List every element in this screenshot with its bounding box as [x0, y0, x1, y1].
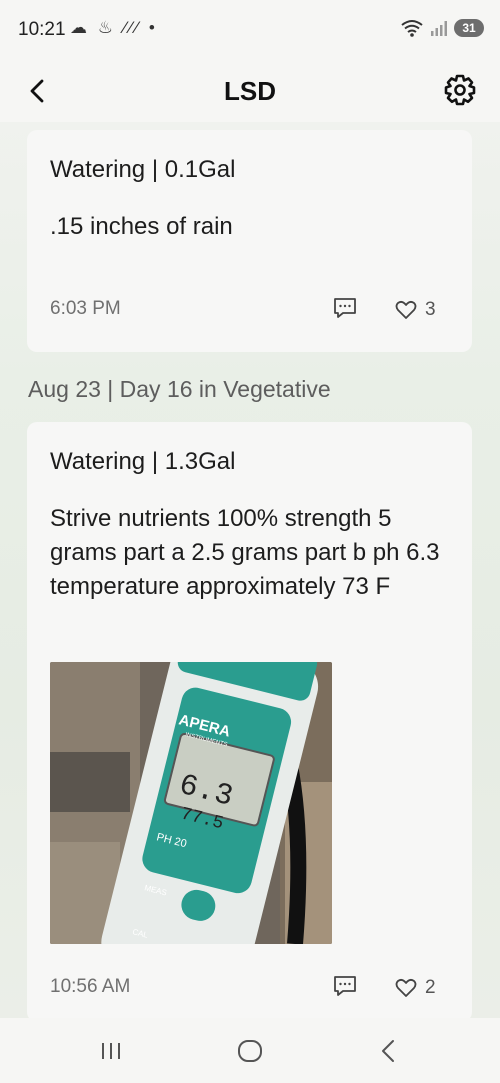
like-button[interactable]: 3 [395, 298, 436, 322]
recent-apps-icon[interactable] [96, 1036, 126, 1066]
comment-icon[interactable] [332, 296, 358, 320]
status-time: 10:21 [18, 19, 66, 40]
entry-title: Watering | 0.1Gal [50, 156, 236, 183]
entry-body: .15 inches of rain [50, 213, 233, 240]
heart-icon [395, 300, 417, 319]
battery-indicator: 31 [454, 19, 484, 37]
notification-icons: ☁ ♨ ⁄⁄⁄ • [70, 18, 158, 37]
signal-icon [431, 21, 447, 36]
app-header: LSD [0, 60, 500, 122]
wifi-icon [401, 20, 423, 37]
ph-meter-photo: APERA INSTRUMENTS 6.3 77.5 PH 20 MEAS CA… [50, 662, 332, 944]
gear-icon[interactable] [442, 72, 478, 108]
journal-entry-card[interactable]: Watering | 0.1Gal .15 inches of rain 6:0… [27, 130, 472, 352]
status-bar: 10:21 ☁ ♨ ⁄⁄⁄ • 31 [0, 0, 500, 60]
home-icon[interactable] [235, 1036, 265, 1066]
entry-time: 6:03 PM [50, 298, 121, 319]
status-right: 31 [400, 18, 484, 38]
like-count: 3 [425, 299, 436, 320]
like-button[interactable]: 2 [395, 976, 436, 1000]
page-title: LSD [224, 76, 276, 106]
system-nav-bar [0, 1018, 500, 1083]
like-count: 2 [425, 977, 436, 998]
journal-entry-card[interactable]: Watering | 1.3Gal Strive nutrients 100% … [27, 422, 472, 1022]
heart-icon [395, 978, 417, 997]
back-nav-icon[interactable] [375, 1036, 405, 1066]
date-header: Aug 23 | Day 16 in Vegetative [28, 376, 331, 402]
comment-icon[interactable] [332, 974, 358, 998]
entry-title: Watering | 1.3Gal [50, 448, 236, 475]
entry-time: 10:56 AM [50, 976, 131, 997]
entry-photo[interactable]: APERA INSTRUMENTS 6.3 77.5 PH 20 MEAS CA… [50, 662, 332, 944]
entry-body: Strive nutrients 100% strength 5 grams p… [50, 505, 440, 600]
